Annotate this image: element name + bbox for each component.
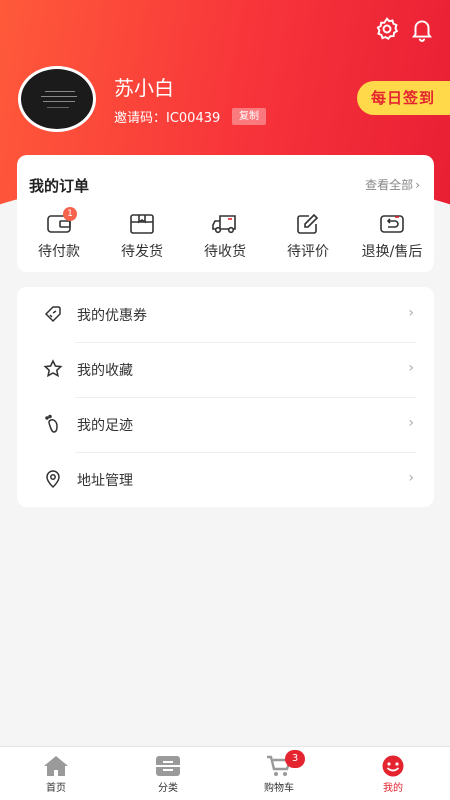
settings-icon[interactable] [374,16,400,42]
menu-item-footprints[interactable]: 我的足迹 › [17,397,434,452]
orders-card: 我的订单 查看全部 › 1 待付款 待发货 待收货 待评价 退换/售后 [17,155,434,272]
menu-item-label: 地址管理 [77,473,133,489]
chevron-right-icon: › [415,178,420,192]
order-label: 退换/售后 [361,244,423,260]
order-pending-review[interactable]: 待评价 [266,213,350,261]
chevron-right-icon: › [408,360,414,376]
tab-label: 分类 [158,783,178,794]
pending-payment-badge: 1 [63,207,77,221]
daily-checkin-button[interactable]: 每日签到 [357,81,450,115]
category-icon [156,756,180,776]
view-all-label: 查看全部 [365,178,414,192]
username: 苏小白 [114,76,174,100]
copy-button[interactable]: 复制 [232,108,266,125]
order-label: 待发货 [121,244,163,260]
bell-icon[interactable] [409,16,435,42]
package-icon [130,214,154,234]
smile-icon [382,755,404,777]
order-label: 待评价 [287,244,329,260]
coupon-icon [44,306,61,323]
chevron-right-icon: › [408,470,414,486]
order-pending-receipt[interactable]: 待收货 [183,213,267,261]
home-icon [44,756,68,776]
bottom-tab-bar: 首页 分类 3 购物车 我的 [0,746,450,800]
order-label: 待收货 [204,244,246,260]
tab-cart[interactable]: 3 购物车 [239,750,319,794]
tab-category[interactable]: 分类 [128,755,208,794]
chevron-right-icon: › [408,415,414,431]
menu-item-label: 我的足迹 [77,418,133,434]
cart-badge: 3 [285,750,305,768]
tab-label: 首页 [46,783,66,794]
invite-code: 邀请码：IC00439 [114,111,221,126]
menu-item-address[interactable]: 地址管理 › [17,452,434,507]
tab-label: 购物车 [264,783,294,794]
orders-title: 我的订单 [29,177,90,195]
footprint-icon [45,414,58,433]
menu-item-favorites[interactable]: 我的收藏 › [17,342,434,397]
return-icon [380,215,404,233]
menu-item-coupons[interactable]: 我的优惠券 › [17,287,434,342]
view-all-orders-link[interactable]: 查看全部 › [365,176,420,193]
chevron-right-icon: › [408,305,414,321]
order-pending-shipment[interactable]: 待发货 [100,213,184,261]
tab-home[interactable]: 首页 [16,755,96,794]
menu-card: 我的优惠券 › 我的收藏 › 我的足迹 › 地址管理 › [17,287,434,507]
star-icon [43,359,63,378]
order-label: 待付款 [38,244,80,260]
order-after-sales[interactable]: 退换/售后 [350,213,434,261]
tab-label: 我的 [383,783,403,794]
truck-icon [212,215,236,234]
avatar[interactable] [18,66,96,132]
order-pending-payment[interactable]: 1 待付款 [17,207,101,261]
location-icon [46,470,60,489]
edit-icon [297,213,319,234]
menu-item-label: 我的收藏 [77,363,133,379]
menu-item-label: 我的优惠券 [77,308,147,324]
tab-mine[interactable]: 我的 [353,755,433,794]
